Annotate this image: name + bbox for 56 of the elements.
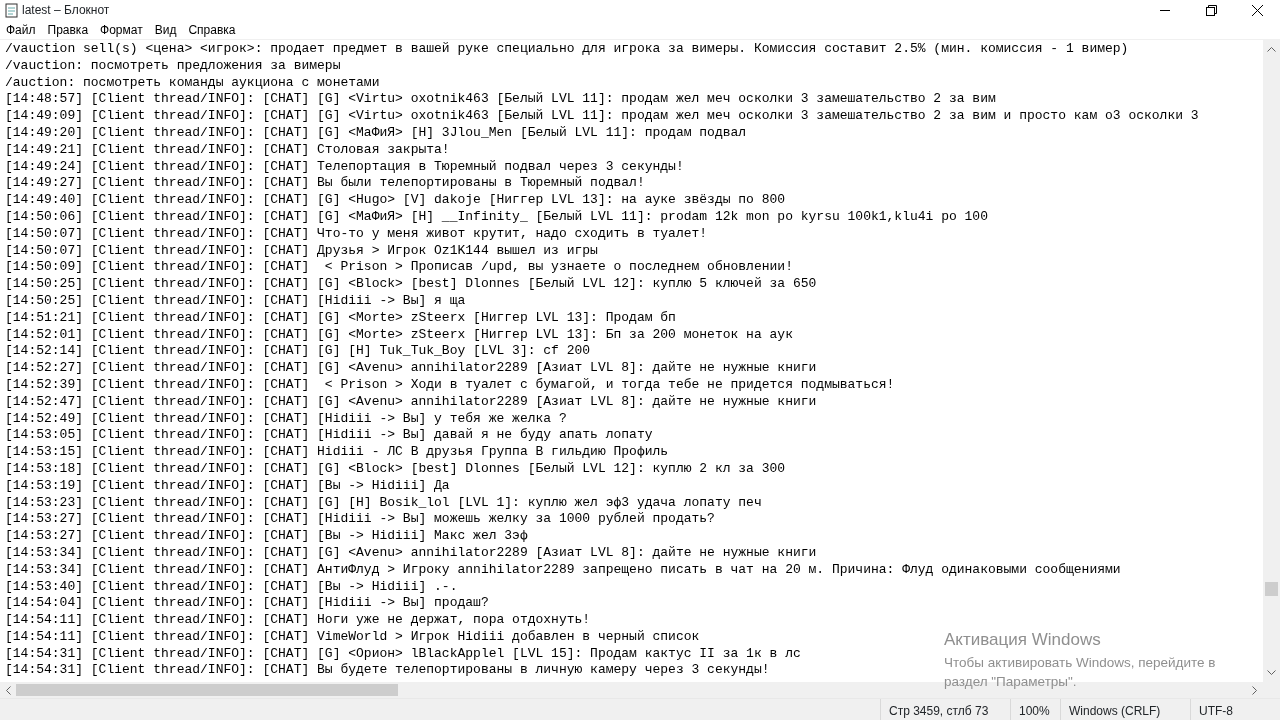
text-line: [14:53:15] [Client thread/INFO]: [CHAT] Hidiii - ЛС В друзья Группа В гильдию Профиль — [5, 444, 669, 461]
text-line: [14:49:40] [Client thread/INFO]: [CHAT] [G] <Hugo> [V] dakoje [Ниггер LVL 13]: на ауке звёзды по 800 — [5, 192, 786, 209]
text-line: [14:53:23] [Client thread/INFO]: [CHAT] [G] [H] Bosik_lol [LVL 1]: куплю жел эф3 удача лопату печ — [5, 494, 762, 512]
text-line: [14:52:39] [Client thread/INFO]: [CHAT] < Prison > Ходи в туалет с бумагой, и тогда тебе не придется подмываться! — [5, 376, 895, 394]
text-line: [14:49:27] [Client thread/INFO]: [CHAT] Вы были телепортированы в Тюремный подвал! — [5, 175, 645, 193]
text-line: [14:53:27] [Client thread/INFO]: [CHAT] [Вы -> Hidiii] Макс жел 3эф — [5, 528, 528, 545]
text-line: /vauction: посмотреть предложения за вимеры — [5, 57, 341, 75]
text-line: [14:50:06] [Client thread/INFO]: [CHAT] [G] <МаФиЯ> [H] __Infinity_ [Белый LVL 11]: prodam 12k mon po kyrsu 100k1,klu4i po 100 — [5, 208, 988, 226]
menu-item[interactable]: Вид — [148, 19, 183, 40]
text-line: [14:53:34] [Client thread/INFO]: [CHAT] [G] <Avenu> annihilator2289 [Азиат LVL 8]: дайте не нужные книги — [5, 544, 817, 562]
text-line: [14:50:09] [Client thread/INFO]: [CHAT] < Prison > Прописав /upd, вы узнаете о последнем обновлении! — [5, 259, 793, 277]
text-line: /vauction sell(s) <цена> <игрок>: продает предмет в вашей руке специально для игрока за вимеры. Комиссия составит 2.5% (мин. комиссия - 1 вимер) — [5, 41, 1129, 58]
text-line: [14:53:34] [Client thread/INFO]: [CHAT] АнтиФлуд > Игроку annihilator2289 запрещено писать в чат на 20 м. Причина: Флуд одинаковыми сообщениями — [5, 561, 1121, 579]
text-line: [14:49:09] [Client thread/INFO]: [CHAT] [G] <Virtu> oxotnik463 [Белый LVL 11]: продам жел меч осколки 3 замешательство 2 за вим и просто кам о3 осколки 3 — [5, 108, 1199, 125]
text-line: [14:53:18] [Client thread/INFO]: [CHAT] [G] <Block> [best] Dlonnes [Белый LVL 12]: куплю 2 кл за 300 — [5, 460, 786, 478]
text-line: [14:54:31] [Client thread/INFO]: [CHAT] Вы будете телепортированы в личную камеру через 3 секунды! — [5, 662, 770, 680]
text-line: [14:48:57] [Client thread/INFO]: [CHAT] [G] <Virtu> oxotnik463 [Белый LVL 11]: продам жел меч осколки 3 замешательство 2 за вим — [5, 91, 996, 109]
status-text: 100% — [1010, 699, 1060, 720]
menu-item[interactable]: Справка — [182, 19, 242, 40]
text-line: [14:50:25] [Client thread/INFO]: [CHAT] [G] <Block> [best] Dlonnes [Белый LVL 12]: куплю 5 ключей за 650 — [5, 276, 817, 293]
text-line: [14:54:04] [Client thread/INFO]: [CHAT] [Hidiii -> Вы] продаш? — [5, 595, 489, 613]
status-text: UTF-8 — [1190, 699, 1280, 720]
minimize-icon — [1160, 9, 1170, 11]
text-line: /auction: посмотреть команды аукциона с монетами — [5, 74, 380, 92]
menu-item[interactable]: Файл — [0, 19, 42, 40]
text-line: [14:54:11] [Client thread/INFO]: [CHAT] Ноги уже не держат, пора отдохнуть! — [5, 612, 591, 629]
text-line: [14:53:19] [Client thread/INFO]: [CHAT] [Вы -> Hidiii] Да — [5, 477, 450, 495]
window-title: latest – Блокнот — [21, 2, 110, 19]
text-line: [14:49:20] [Client thread/INFO]: [CHAT] [G] <МаФиЯ> [H] 3Jlou_Men [Белый LVL 11]: продам подвал — [5, 125, 747, 142]
text-line: [14:54:11] [Client thread/INFO]: [CHAT] VimeWorld > Игрок Hidiii добавлен в черный список — [5, 628, 700, 646]
text-line: [14:53:27] [Client thread/INFO]: [CHAT] [Hidiii -> Вы] можешь желку за 1000 рублей продать? — [5, 511, 715, 529]
text-line: [14:53:05] [Client thread/INFO]: [CHAT] [Hidiii -> Вы] давай я не буду апать лопату — [5, 427, 653, 445]
menu-item[interactable]: Формат — [94, 19, 149, 40]
text-line: [14:50:07] [Client thread/INFO]: [CHAT] Что-то у меня живот крутит, надо сходить в туалет! — [5, 225, 708, 243]
status-text: Стр 3459, стлб 73 — [880, 699, 1010, 720]
text-line: [14:51:21] [Client thread/INFO]: [CHAT] [G] <Morte> zSteerx [Ниггер LVL 13]: Продам бп — [5, 309, 676, 327]
text-line: [14:53:40] [Client thread/INFO]: [CHAT] [Вы -> Hidiii] .-. — [5, 578, 458, 596]
scrollbar-thumb[interactable] — [16, 684, 398, 696]
restore-icon — [1205, 4, 1217, 16]
notepad-icon — [4, 2, 20, 18]
status-text: Windows (CRLF) — [1060, 699, 1190, 720]
text-line: [14:52:01] [Client thread/INFO]: [CHAT] [G] <Morte> zSteerx [Ниггер LVL 13]: Бп за 200 монеток на аук — [5, 326, 793, 344]
scrollbar-thumb[interactable] — [1265, 582, 1278, 596]
menu-item[interactable]: Правка — [41, 19, 95, 40]
text-line: [14:49:21] [Client thread/INFO]: [CHAT] Столовая закрыта! — [5, 141, 450, 159]
text-line: [14:54:31] [Client thread/INFO]: [CHAT] [G] <Орион> lBlackApplel [LVL 15]: Продам кактус II за 1к в лс — [5, 645, 801, 663]
text-line: [14:50:25] [Client thread/INFO]: [CHAT] [Hidiii -> Вы] я ща — [5, 292, 466, 310]
text-line: [14:52:27] [Client thread/INFO]: [CHAT] [G] <Avenu> annihilator2289 [Азиат LVL 8]: дайте не нужные книги — [5, 360, 817, 377]
activation-text: Чтобы активировать Windows, перейдите в раздел "Параметры". — [944, 653, 1217, 691]
activation-title: Активация Windows — [944, 629, 1102, 651]
text-line: [14:50:07] [Client thread/INFO]: [CHAT] Друзья > Игрок Oz1K144 вышел из игры — [5, 242, 598, 260]
text-line: [14:52:47] [Client thread/INFO]: [CHAT] [G] <Avenu> annihilator2289 [Азиат LVL 8]: дайте не нужные книги — [5, 393, 817, 411]
text-line: [14:49:24] [Client thread/INFO]: [CHAT] Телепортация в Тюремный подвал через 3 секунды! — [5, 158, 684, 176]
text-line: [14:52:49] [Client thread/INFO]: [CHAT] [Hidiii -> Вы] у тебя же желка ? — [5, 410, 567, 428]
text-line: [14:52:14] [Client thread/INFO]: [CHAT] [G] [H] Tuk_Tuk_Boy [LVL 3]: cf 200 — [5, 343, 591, 361]
close-icon — [1251, 4, 1263, 16]
